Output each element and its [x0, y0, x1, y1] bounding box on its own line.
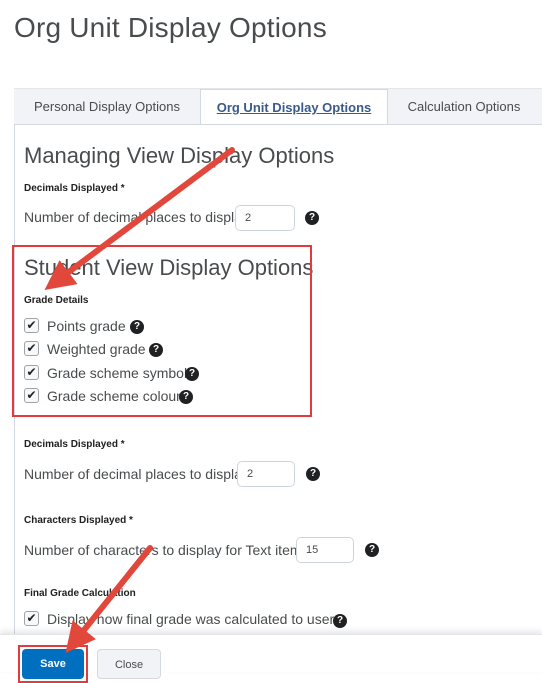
managing-decimals-text: Number of decimal places to display: [24, 209, 249, 225]
checkbox-display-final-grade-calculation[interactable]: ✔: [24, 611, 39, 626]
close-button[interactable]: Close: [97, 649, 161, 679]
tab-personal-display-options[interactable]: Personal Display Options: [14, 89, 200, 125]
display-final-grade-calculation-label: Display how final grade was calculated t…: [47, 611, 342, 627]
question-circle-icon[interactable]: ?: [365, 543, 379, 557]
student-decimals-text: Number of decimal places to display: [24, 466, 249, 482]
question-circle-icon[interactable]: ?: [333, 614, 347, 628]
tab-bar: Personal Display Options Org Unit Displa…: [14, 88, 542, 127]
tab-calculation-options[interactable]: Calculation Options: [386, 89, 542, 125]
managing-view-heading: Managing View Display Options: [24, 143, 335, 168]
student-decimals-label: Decimals Displayed *: [24, 439, 125, 450]
characters-displayed-label: Characters Displayed *: [24, 515, 133, 526]
student-decimals-input[interactable]: [237, 461, 295, 487]
question-circle-icon[interactable]: ?: [305, 211, 319, 225]
page-title: Org Unit Display Options: [14, 12, 327, 43]
characters-displayed-text: Number of characters to display for Text…: [24, 542, 309, 558]
save-button[interactable]: Save: [22, 649, 84, 679]
student-view-highlight-box: [12, 245, 312, 417]
managing-decimals-input[interactable]: [235, 205, 295, 231]
question-circle-icon[interactable]: ?: [306, 467, 320, 481]
tab-org-unit-display-options[interactable]: Org Unit Display Options: [200, 89, 388, 127]
footer-bar: Save Close: [0, 634, 542, 683]
managing-decimals-label: Decimals Displayed *: [24, 183, 125, 194]
characters-displayed-input[interactable]: [296, 537, 354, 563]
final-grade-calculation-label: Final Grade Calculation: [24, 588, 136, 599]
